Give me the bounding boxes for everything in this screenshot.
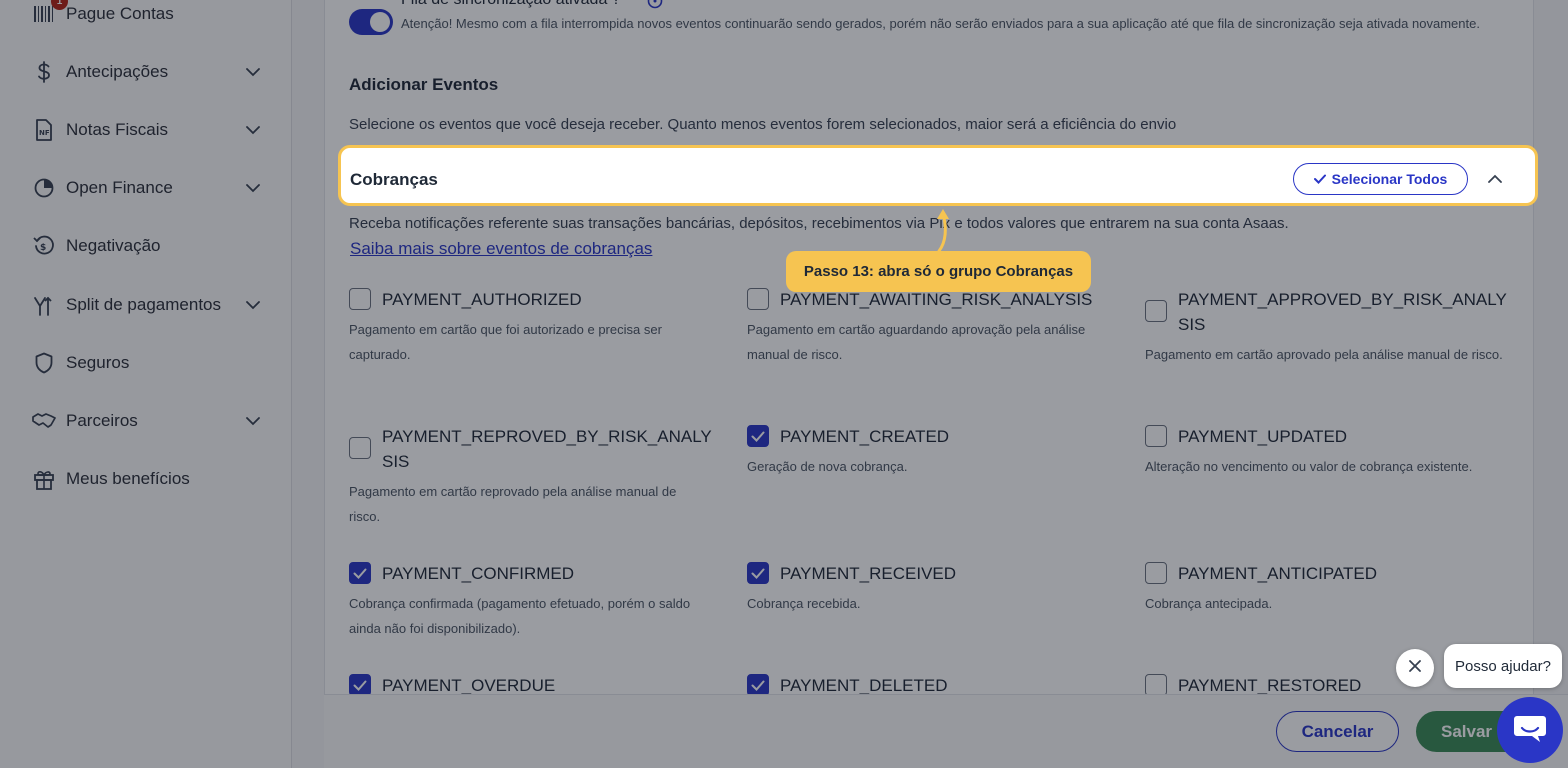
event-checkbox[interactable] bbox=[349, 288, 371, 310]
close-icon bbox=[1409, 659, 1421, 677]
event-checkbox[interactable] bbox=[1145, 562, 1167, 584]
chevron-down-icon bbox=[244, 63, 262, 81]
gift-icon bbox=[32, 467, 56, 491]
svg-text:$: $ bbox=[40, 243, 46, 253]
sidebar-item-label: Antecipações bbox=[66, 62, 169, 81]
event-name: PAYMENT_APPROVED_BY_RISK_ANALYSIS bbox=[1178, 290, 1507, 334]
sidebar-item-label: Seguros bbox=[66, 353, 130, 372]
event-name: PAYMENT_CREATED bbox=[780, 427, 950, 446]
sidebar-item-parceiros[interactable]: Parceiros bbox=[32, 401, 262, 441]
sidebar-item-label: Split de pagamentos bbox=[66, 295, 221, 314]
sidebar-item-label: Notas Fiscais bbox=[66, 120, 169, 139]
dollar-icon bbox=[32, 60, 56, 84]
sync-queue-warning: Atenção! Mesmo com a fila interrompida n… bbox=[401, 16, 1480, 31]
svg-text:NF: NF bbox=[39, 129, 50, 137]
event-checkbox[interactable] bbox=[349, 437, 371, 459]
chevron-up-icon[interactable] bbox=[1488, 170, 1502, 188]
event-checkbox[interactable] bbox=[1145, 425, 1167, 447]
sidebar-item-label: Open Finance bbox=[66, 178, 173, 197]
invoice-icon: NF bbox=[32, 118, 56, 142]
learn-more-link[interactable]: Saiba mais sobre eventos de cobranças bbox=[350, 239, 652, 259]
tooltip-arrow-icon bbox=[937, 209, 949, 253]
group-description: Receba notificações referente suas trans… bbox=[349, 215, 1289, 232]
event-name: PAYMENT_AUTHORIZED bbox=[382, 290, 582, 309]
cancel-button[interactable]: Cancelar bbox=[1276, 711, 1399, 752]
sidebar-item-open-finance[interactable]: Open Finance bbox=[32, 168, 262, 208]
event-description: Alteração no vencimento ou valor de cobr… bbox=[1145, 459, 1473, 474]
negativation-icon: $ bbox=[32, 234, 56, 258]
event-description: Pagamento em cartão aguardando aprovação… bbox=[747, 322, 1086, 362]
select-all-label: Selecionar Todos bbox=[1331, 171, 1448, 187]
sidebar-item-pague-contas[interactable]: 1 Pague Contas bbox=[32, 0, 262, 34]
sidebar-item-notas-fiscais[interactable]: NF Notas Fiscais bbox=[32, 110, 262, 150]
chat-launcher-button[interactable] bbox=[1497, 697, 1563, 763]
add-events-description: Selecione os eventos que você deseja rec… bbox=[349, 116, 1177, 133]
split-icon bbox=[32, 293, 56, 317]
event-checkbox[interactable] bbox=[1145, 300, 1167, 322]
event-name: PAYMENT_ANTICIPATED bbox=[1178, 564, 1377, 583]
sidebar-item-split[interactable]: Split de pagamentos bbox=[32, 285, 262, 325]
chevron-down-icon bbox=[244, 412, 262, 430]
sidebar-item-label: Parceiros bbox=[66, 411, 138, 430]
chevron-down-icon bbox=[244, 121, 262, 139]
sidebar: 1 Pague Contas Antecipações NF Notas Fis… bbox=[0, 0, 292, 768]
event-description: Cobrança confirmada (pagamento efetuado,… bbox=[349, 596, 691, 636]
add-events-title: Adicionar Eventos bbox=[349, 75, 499, 94]
event-checkbox[interactable] bbox=[1145, 674, 1167, 696]
event-checkbox[interactable] bbox=[349, 674, 371, 696]
barcode-icon: 1 bbox=[32, 0, 68, 26]
sidebar-item-label: Pague Contas bbox=[66, 4, 174, 23]
sidebar-item-label: Meus benefícios bbox=[66, 469, 190, 488]
event-name: PAYMENT_REPROVED_BY_RISK_ANALYSIS bbox=[382, 427, 712, 471]
sync-queue-toggle[interactable] bbox=[349, 9, 393, 35]
chat-prompt-bubble[interactable]: Posso ajudar? bbox=[1444, 644, 1562, 688]
event-description: Geração de nova cobrança. bbox=[747, 459, 908, 474]
sidebar-item-meus-beneficios[interactable]: Meus benefícios bbox=[32, 459, 262, 499]
sidebar-item-seguros[interactable]: Seguros bbox=[32, 343, 262, 383]
event-name: PAYMENT_CONFIRMED bbox=[382, 564, 575, 583]
event-checkbox[interactable] bbox=[747, 674, 769, 696]
check-icon bbox=[1313, 171, 1326, 187]
event-description: Pagamento em cartão que foi autorizado e… bbox=[349, 322, 662, 362]
group-header-cobrancas[interactable]: Cobranças Selecionar Todos bbox=[338, 145, 1538, 206]
event-checkbox[interactable] bbox=[747, 288, 769, 310]
sidebar-item-negativacao[interactable]: $ Negativação bbox=[32, 226, 262, 266]
event-checkbox[interactable] bbox=[349, 562, 371, 584]
chat-icon bbox=[1513, 713, 1547, 748]
shield-icon bbox=[32, 351, 56, 375]
chevron-down-icon bbox=[244, 296, 262, 314]
event-description: Cobrança recebida. bbox=[747, 596, 861, 611]
event-description: Cobrança antecipada. bbox=[1145, 596, 1273, 611]
event-description: Pagamento em cartão reprovado pela análi… bbox=[349, 484, 677, 524]
tour-step-tooltip: Passo 13: abra só o grupo Cobranças bbox=[786, 251, 1091, 292]
sidebar-item-label: Negativação bbox=[66, 236, 161, 255]
event-description: Pagamento em cartão aprovado pela anális… bbox=[1145, 347, 1503, 362]
sync-queue-label: Fila de sincronização ativada ? bbox=[401, 0, 621, 9]
event-name: PAYMENT_UPDATED bbox=[1178, 427, 1348, 446]
chevron-down-icon bbox=[244, 179, 262, 197]
group-title: Cobranças bbox=[350, 170, 438, 189]
close-chat-button[interactable] bbox=[1396, 649, 1434, 687]
event-checkbox[interactable] bbox=[747, 425, 769, 447]
select-all-button[interactable]: Selecionar Todos bbox=[1293, 163, 1468, 195]
toggle-knob bbox=[370, 12, 390, 32]
event-name: PAYMENT_RECEIVED bbox=[780, 564, 957, 583]
sidebar-item-antecipacoes[interactable]: Antecipações bbox=[32, 52, 262, 92]
open-finance-icon bbox=[32, 176, 56, 200]
event-checkbox[interactable] bbox=[747, 562, 769, 584]
handshake-icon bbox=[32, 409, 56, 433]
